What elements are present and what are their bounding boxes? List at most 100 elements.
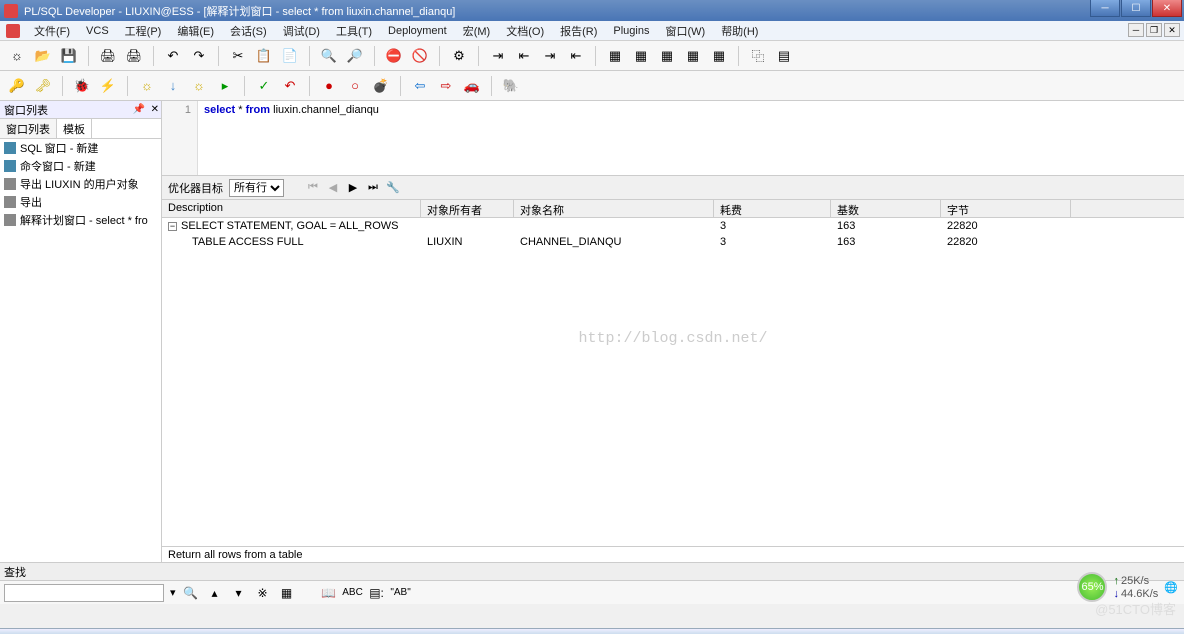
- percent-badge[interactable]: 65%: [1077, 572, 1107, 602]
- play-icon[interactable]: ▸: [214, 75, 236, 97]
- win1-icon[interactable]: ▦: [604, 45, 626, 67]
- optimizer-select[interactable]: 所有行: [229, 179, 284, 197]
- menu-window[interactable]: 窗口(W): [659, 21, 711, 41]
- close-button[interactable]: ✕: [1152, 0, 1182, 17]
- new-icon[interactable]: ☼: [6, 45, 28, 67]
- next-icon[interactable]: ▶: [346, 181, 360, 195]
- cut-icon[interactable]: ✂: [227, 45, 249, 67]
- tray-icon[interactable]: 🌐: [1164, 581, 1178, 594]
- menu-edit[interactable]: 编辑(E): [171, 21, 220, 41]
- menu-doc[interactable]: 文档(O): [500, 21, 550, 41]
- indent2-icon[interactable]: ⇥: [539, 45, 561, 67]
- cascade-icon[interactable]: ⿻: [747, 45, 769, 67]
- print2-icon[interactable]: 🖨: [123, 45, 145, 67]
- menu-help[interactable]: 帮助(H): [715, 21, 764, 41]
- tile-icon[interactable]: ▤: [773, 45, 795, 67]
- print-icon[interactable]: 🖨: [97, 45, 119, 67]
- doc-close-button[interactable]: ✕: [1164, 23, 1180, 37]
- first-icon[interactable]: ⏮: [306, 181, 320, 195]
- plan-row[interactable]: TABLE ACCESS FULL LIUXIN CHANNEL_DIANQU …: [162, 234, 1184, 250]
- tab-window-list[interactable]: 窗口列表: [0, 119, 57, 138]
- tree-collapse-icon[interactable]: −: [168, 222, 177, 231]
- wrench-icon[interactable]: 🔧: [386, 181, 400, 195]
- book-icon[interactable]: 📖: [320, 584, 338, 602]
- col-owner[interactable]: 对象所有者: [421, 200, 514, 217]
- menu-deployment[interactable]: Deployment: [382, 23, 453, 39]
- pin-icon[interactable]: 📌: [133, 104, 145, 115]
- sidebar-close-icon[interactable]: ✕: [151, 104, 159, 115]
- bomb-icon[interactable]: 💣: [370, 75, 392, 97]
- bug-icon[interactable]: 🐞: [71, 75, 93, 97]
- break2-icon[interactable]: ○: [344, 75, 366, 97]
- sidebar-item[interactable]: 命令窗口 - 新建: [0, 157, 161, 175]
- plan-grid-body[interactable]: −SELECT STATEMENT, GOAL = ALL_ROWS 3 163…: [162, 218, 1184, 546]
- win3-icon[interactable]: ▦: [656, 45, 678, 67]
- nav-back-icon[interactable]: ⇦: [409, 75, 431, 97]
- col-cardinality[interactable]: 基数: [831, 200, 941, 217]
- key-icon[interactable]: 🔑: [6, 75, 28, 97]
- paste-icon[interactable]: 📄: [279, 45, 301, 67]
- key2-icon[interactable]: 🗝: [32, 75, 54, 97]
- search-dropdown-icon[interactable]: ▾: [170, 586, 176, 599]
- elephant-icon[interactable]: 🐘: [500, 75, 522, 97]
- redo-icon[interactable]: ↷: [188, 45, 210, 67]
- find-icon[interactable]: 🔍: [318, 45, 340, 67]
- car-icon[interactable]: 🚗: [461, 75, 483, 97]
- search-icon[interactable]: 🔎: [344, 45, 366, 67]
- menu-session[interactable]: 会话(S): [224, 21, 273, 41]
- outdent-icon[interactable]: ⇤: [513, 45, 535, 67]
- open-icon[interactable]: 📂: [32, 45, 54, 67]
- menu-report[interactable]: 报告(R): [554, 21, 603, 41]
- exec2-icon[interactable]: ☼: [188, 75, 210, 97]
- find-prev-icon[interactable]: ▴: [206, 584, 224, 602]
- step-icon[interactable]: ↓: [162, 75, 184, 97]
- find-icon[interactable]: 🔍: [182, 584, 200, 602]
- col-description[interactable]: Description: [162, 200, 421, 217]
- abc-icon[interactable]: ABC: [344, 584, 362, 602]
- col-bytes[interactable]: 字节: [941, 200, 1071, 217]
- prev-icon[interactable]: ◀: [326, 181, 340, 195]
- sidebar-item[interactable]: 解释计划窗口 - select * fro: [0, 211, 161, 229]
- maximize-button[interactable]: ☐: [1121, 0, 1151, 17]
- minimize-button[interactable]: ─: [1090, 0, 1120, 17]
- sidebar-item[interactable]: 导出 LIUXIN 的用户对象: [0, 175, 161, 193]
- bolt-icon[interactable]: ⚡: [97, 75, 119, 97]
- col-object-name[interactable]: 对象名称: [514, 200, 714, 217]
- rollback-icon[interactable]: ↶: [279, 75, 301, 97]
- break-icon[interactable]: ●: [318, 75, 340, 97]
- menu-project[interactable]: 工程(P): [119, 21, 168, 41]
- indent-icon[interactable]: ⇥: [487, 45, 509, 67]
- stop-icon[interactable]: ⛔: [383, 45, 405, 67]
- find-next-icon[interactable]: ▾: [230, 584, 248, 602]
- menu-tools[interactable]: 工具(T): [330, 21, 378, 41]
- menu-macro[interactable]: 宏(M): [457, 21, 497, 41]
- copy-icon[interactable]: 📋: [253, 45, 275, 67]
- highlight-icon[interactable]: ▦: [278, 584, 296, 602]
- plan-row[interactable]: −SELECT STATEMENT, GOAL = ALL_ROWS 3 163…: [162, 218, 1184, 234]
- win5-icon[interactable]: ▦: [708, 45, 730, 67]
- save-icon[interactable]: 💾: [58, 45, 80, 67]
- search-input[interactable]: [4, 584, 164, 602]
- nav-fwd-icon[interactable]: ⇨: [435, 75, 457, 97]
- sidebar-item[interactable]: SQL 窗口 - 新建: [0, 139, 161, 157]
- menu-debug[interactable]: 调试(D): [277, 21, 326, 41]
- outdent2-icon[interactable]: ⇤: [565, 45, 587, 67]
- regex-icon[interactable]: ※: [254, 584, 272, 602]
- menu-vcs[interactable]: VCS: [80, 23, 115, 39]
- last-icon[interactable]: ⏭: [366, 181, 380, 195]
- wizard-icon[interactable]: ⚙: [448, 45, 470, 67]
- grid-icon[interactable]: ▤:: [368, 584, 386, 602]
- menu-file[interactable]: 文件(F): [28, 21, 76, 41]
- undo-icon[interactable]: ↶: [162, 45, 184, 67]
- sidebar-item[interactable]: 导出: [0, 193, 161, 211]
- doc-restore-button[interactable]: ❐: [1146, 23, 1162, 37]
- doc-min-button[interactable]: ─: [1128, 23, 1144, 37]
- sql-editor[interactable]: 1 select * from liuxin.channel_dianqu: [162, 101, 1184, 176]
- win4-icon[interactable]: ▦: [682, 45, 704, 67]
- commit-icon[interactable]: ✓: [253, 75, 275, 97]
- quote-icon[interactable]: "AB": [392, 584, 410, 602]
- taskbar[interactable]: [0, 628, 1184, 634]
- col-cost[interactable]: 耗费: [714, 200, 831, 217]
- win2-icon[interactable]: ▦: [630, 45, 652, 67]
- stop2-icon[interactable]: 🚫: [409, 45, 431, 67]
